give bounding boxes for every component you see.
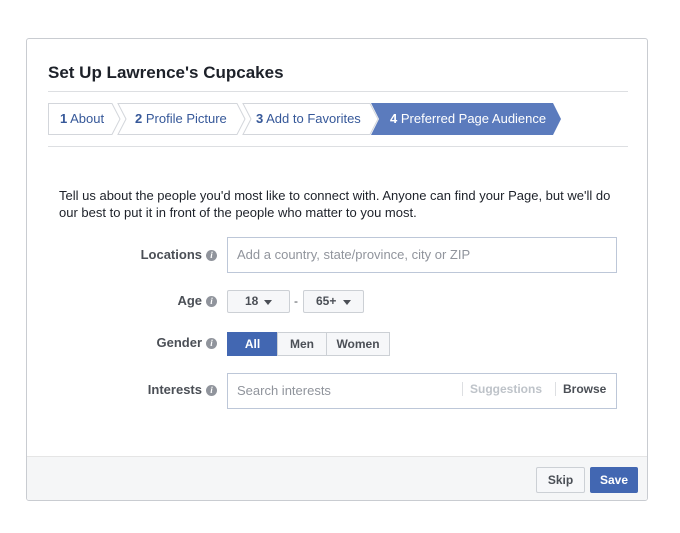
dialog-title: Set Up Lawrence's Cupcakes	[48, 63, 284, 82]
skip-button[interactable]: Skip	[536, 467, 585, 493]
age-label: Age	[177, 293, 202, 308]
caret-down-icon	[343, 300, 351, 305]
divider	[555, 382, 556, 396]
age-separator: -	[294, 294, 298, 308]
audience-description: Tell us about the people you'd most like…	[59, 188, 611, 220]
locations-label: Locations	[140, 247, 202, 262]
save-button[interactable]: Save	[590, 467, 638, 493]
interests-input[interactable]: Search interests	[227, 373, 617, 409]
browse-link[interactable]: Browse	[563, 382, 606, 396]
gender-men-button[interactable]: Men	[277, 332, 327, 356]
step-breadcrumb: 1 About 2 Profile Picture 3 Add to Favor…	[48, 103, 628, 135]
gender-label: Gender	[156, 335, 202, 350]
info-icon[interactable]: i	[206, 338, 217, 349]
step-preferred-page-audience[interactable]: 4 Preferred Page Audience	[390, 103, 546, 135]
step-about[interactable]: 1 About	[60, 103, 104, 135]
caret-down-icon	[264, 300, 272, 305]
gender-women-button[interactable]: Women	[326, 332, 390, 356]
interests-label: Interests	[147, 382, 202, 397]
step-profile-picture[interactable]: 2 Profile Picture	[135, 103, 227, 135]
age-max-select[interactable]: 65+	[303, 290, 364, 313]
title-divider	[48, 91, 628, 92]
locations-input[interactable]: Add a country, state/province, city or Z…	[227, 237, 617, 273]
dialog-footer: Skip Save	[27, 456, 647, 500]
divider	[462, 382, 463, 396]
step-add-to-favorites[interactable]: 3 Add to Favorites	[256, 103, 361, 135]
setup-dialog: Set Up Lawrence's Cupcakes 1 About 2 Pro…	[26, 38, 648, 501]
age-min-select[interactable]: 18	[227, 290, 290, 313]
steps-divider	[48, 146, 628, 147]
suggestions-link[interactable]: Suggestions	[470, 382, 542, 396]
info-icon[interactable]: i	[206, 250, 217, 261]
info-icon[interactable]: i	[206, 296, 217, 307]
gender-all-button[interactable]: All	[227, 332, 278, 356]
info-icon[interactable]: i	[206, 385, 217, 396]
